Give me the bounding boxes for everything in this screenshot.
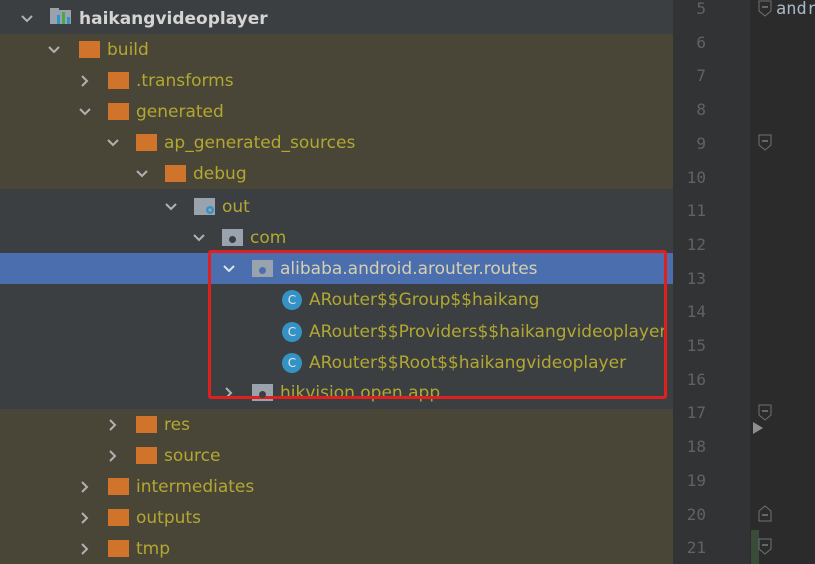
tree-label-ap-generated-sources: ap_generated_sources <box>164 132 356 153</box>
tree-label-arouter-providers: ARouter$$Providers$$haikangvideoplayer <box>309 321 667 342</box>
fold-marker-icon[interactable] <box>757 404 773 422</box>
tree-row-com[interactable]: com <box>0 222 673 253</box>
tree-row-build[interactable]: build <box>0 34 673 65</box>
folder-icon <box>108 72 129 89</box>
line-number: 17 <box>686 403 706 423</box>
run-gutter-icon[interactable] <box>752 421 764 435</box>
tree-label-transforms: .transforms <box>136 70 234 91</box>
chevron-down-icon[interactable] <box>133 165 151 183</box>
line-number: 21 <box>686 538 706 558</box>
line-number: 15 <box>686 336 706 355</box>
folder-icon <box>136 416 157 433</box>
tree-label-hikvision: hikvision.open.app <box>280 382 441 403</box>
folder-icon <box>136 134 157 151</box>
line-number: 12 <box>686 234 706 254</box>
folder-icon <box>108 540 129 557</box>
tree-row-ap-generated-sources[interactable]: ap_generated_sources <box>0 127 673 158</box>
chevron-right-icon[interactable] <box>104 447 122 465</box>
tree-label-tmp: tmp <box>136 538 171 559</box>
tree-label-out: out <box>222 196 250 217</box>
tree-row-tmp[interactable]: tmp <box>0 533 673 564</box>
line-number: 16 <box>686 369 706 389</box>
line-number: 7 <box>696 66 706 86</box>
tree-label-intermediates: intermediates <box>136 476 255 497</box>
line-number: 20 <box>686 504 706 524</box>
tree-label-arouter-group: ARouter$$Group$$haikang <box>309 289 540 310</box>
package-icon <box>222 229 243 246</box>
chevron-right-icon[interactable] <box>76 509 94 527</box>
code-text: andr <box>776 0 815 19</box>
chevron-down-icon[interactable] <box>220 260 238 278</box>
tree-label-com: com <box>250 227 287 248</box>
fold-marker-icon[interactable] <box>757 134 773 152</box>
chevron-right-icon[interactable] <box>76 478 94 496</box>
line-number: 8 <box>696 100 706 120</box>
code-editor[interactable] <box>750 0 815 564</box>
class-icon: C <box>282 289 302 310</box>
chevron-down-icon[interactable] <box>104 134 122 152</box>
line-number: 9 <box>696 133 706 153</box>
tree-label-debug: debug <box>193 163 247 184</box>
chevron-down-icon[interactable] <box>76 103 94 121</box>
folder-icon <box>79 41 100 58</box>
folder-icon <box>136 447 157 464</box>
tree-row-arouter-group[interactable]: C ARouter$$Group$$haikang <box>0 284 673 315</box>
generated-sources-folder-icon <box>194 198 215 215</box>
chevron-right-icon[interactable] <box>76 540 94 558</box>
chevron-down-icon[interactable] <box>190 229 208 247</box>
class-icon: C <box>282 321 302 342</box>
folder-icon <box>165 165 186 182</box>
line-number: 18 <box>686 437 706 457</box>
tree-label-source: source <box>164 445 221 466</box>
line-number: 11 <box>686 201 706 221</box>
tree-label-outputs: outputs <box>136 507 201 528</box>
class-icon: C <box>282 352 302 373</box>
tree-row-hikvision[interactable]: hikvision.open.app <box>0 377 673 408</box>
chevron-down-icon[interactable] <box>18 10 36 28</box>
tree-row-transforms[interactable]: .transforms <box>0 65 673 96</box>
tree-label-root: haikangvideoplayer <box>79 8 268 29</box>
tree-label-arouter-root: ARouter$$Root$$haikangvideoplayer <box>309 352 627 373</box>
tree-row-out[interactable]: out <box>0 191 673 222</box>
project-tree-panel: haikangvideoplayer build .transforms gen… <box>0 0 673 564</box>
chevron-right-icon[interactable] <box>220 384 238 402</box>
folder-icon <box>108 478 129 495</box>
tree-row-root[interactable]: haikangvideoplayer <box>0 3 673 34</box>
chevron-down-icon[interactable] <box>45 41 63 59</box>
tree-label-generated: generated <box>136 101 224 122</box>
tree-row-res[interactable]: res <box>0 409 673 440</box>
package-icon <box>252 384 273 401</box>
tree-label-res: res <box>164 414 190 435</box>
line-number: 10 <box>686 167 706 187</box>
tree-row-outputs[interactable]: outputs <box>0 502 673 533</box>
tree-label-build: build <box>107 39 149 60</box>
package-icon <box>252 260 273 277</box>
module-icon <box>50 7 72 30</box>
tree-row-arouter-providers[interactable]: C ARouter$$Providers$$haikangvideoplayer <box>0 316 673 347</box>
tree-row-arouter-routes[interactable]: alibaba.android.arouter.routes <box>0 253 673 284</box>
line-number: 6 <box>696 32 706 52</box>
folder-icon <box>108 103 129 120</box>
folder-icon <box>108 509 129 526</box>
line-number: 19 <box>686 470 706 490</box>
chevron-down-icon[interactable] <box>162 198 180 216</box>
fold-marker-icon[interactable] <box>757 538 773 556</box>
tree-row-source[interactable]: source <box>0 440 673 471</box>
tree-row-generated[interactable]: generated <box>0 96 673 127</box>
chevron-right-icon[interactable] <box>104 416 122 434</box>
fold-end-marker-icon[interactable] <box>757 504 773 522</box>
tree-row-debug[interactable]: debug <box>0 158 673 189</box>
tree-label-arouter-routes: alibaba.android.arouter.routes <box>280 258 538 279</box>
tree-row-arouter-root[interactable]: C ARouter$$Root$$haikangvideoplayer <box>0 347 673 378</box>
line-number: 13 <box>686 268 706 288</box>
line-number: 14 <box>686 302 706 322</box>
line-number: 5 <box>696 0 706 18</box>
tree-row-intermediates[interactable]: intermediates <box>0 471 673 502</box>
chevron-right-icon[interactable] <box>76 72 94 90</box>
fold-marker-icon[interactable] <box>757 0 773 18</box>
